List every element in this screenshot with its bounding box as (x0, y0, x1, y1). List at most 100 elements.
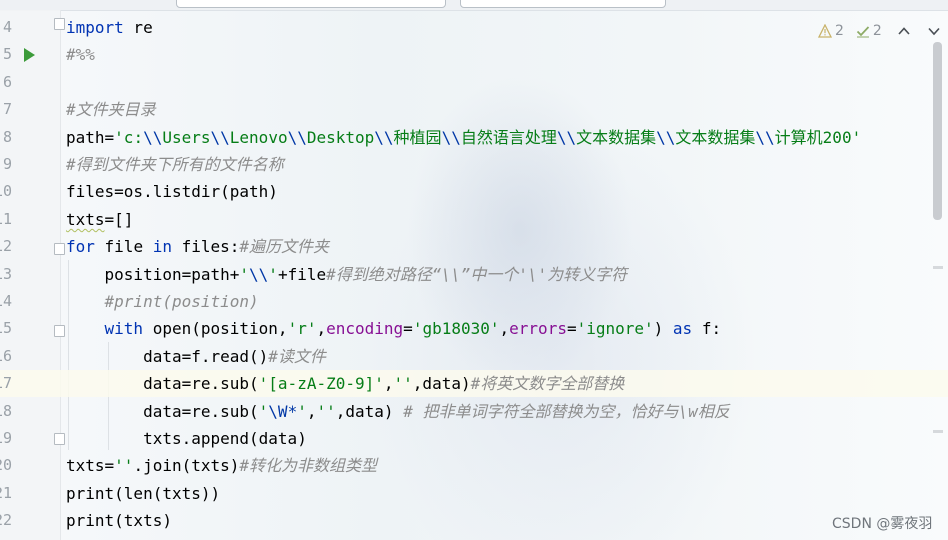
code-token: ) (653, 319, 673, 339)
check-icon (856, 24, 870, 38)
toolbar-combo-left[interactable] (176, 0, 446, 8)
code-token: #得到文件夹下所有的文件名称 (66, 155, 284, 174)
line-number: 22 (0, 511, 12, 530)
code-line[interactable]: 20 txts=''.join(txts)#转化为非数组类型 (0, 452, 948, 479)
run-cell-gutter (0, 41, 60, 68)
code-token: ,data) (335, 401, 404, 421)
fold-marker-icon[interactable] (54, 325, 65, 337)
code-line[interactable]: 9 #得到文件夹下所有的文件名称 (0, 151, 948, 178)
vertical-scrollbar-thumb[interactable] (933, 42, 942, 220)
code-line[interactable]: 8 path='c:\\Users\\Lenovo\\Desktop\\种植园\\… (0, 124, 948, 151)
code-line[interactable]: 17 data=re.sub('[a-zA-Z0-9]','',data)#将英… (0, 370, 948, 398)
code-line[interactable]: 19 txts.append(data) (0, 425, 948, 452)
line-number: 21 (0, 483, 12, 502)
code-token: , (316, 319, 327, 339)
code-token: = (403, 319, 413, 339)
code-token: '' (316, 401, 336, 421)
code-token: \W* (268, 401, 298, 421)
code-token: '' (114, 456, 134, 476)
code-token: path= (66, 127, 115, 147)
warnings-count: 2 (835, 23, 844, 39)
run-toolbar (0, 0, 948, 11)
line-number: 8 (2, 127, 12, 146)
code-text: for file in files:#遍历文件夹 (66, 233, 329, 260)
code-token: +file (277, 264, 327, 284)
code-token: files=os.listdir(path) (66, 182, 278, 202)
chevron-up-icon[interactable] (896, 23, 912, 39)
code-token: \\ (249, 264, 269, 284)
code-token: \\ (143, 127, 163, 147)
code-line[interactable]: 11 txts=[] (0, 206, 948, 233)
watermark: CSDN @雾夜羽 (832, 516, 933, 532)
line-number: 14 (0, 292, 12, 310)
code-line[interactable]: 5 #%% (0, 41, 948, 68)
code-line[interactable]: 12 for file in files:#遍历文件夹 (0, 233, 948, 260)
code-line[interactable]: 6 (0, 69, 948, 96)
code-token: open(position, (143, 319, 288, 339)
code-text: print(txts) (66, 507, 172, 534)
code-token: #文件夹目录 (66, 100, 156, 120)
code-token: file (94, 237, 153, 257)
code-text: import re (66, 14, 153, 41)
chevron-down-icon[interactable] (926, 23, 942, 39)
code-token: #转化为非数组类型 (239, 456, 378, 476)
code-token: ' (239, 264, 250, 284)
line-number: 10 (0, 182, 12, 201)
code-text: data=f.read()#读文件 (66, 343, 326, 370)
warning-triangle-icon (817, 23, 833, 38)
code-text: #得到文件夹下所有的文件名称 (66, 151, 284, 178)
code-line[interactable]: 16 data=f.read()#读文件 (0, 343, 948, 370)
code-text: data=re.sub('[a-zA-Z0-9]','',data)#将英文数字… (66, 370, 624, 397)
code-line[interactable]: 14 #print(position) (0, 288, 948, 315)
line-number: 19 (0, 429, 12, 447)
code-token: \\ (441, 127, 461, 147)
code-text: print(len(txts)) (66, 480, 220, 507)
line-number: 11 (0, 209, 12, 228)
line-number: 4 (2, 18, 12, 36)
fold-marker-icon[interactable] (54, 243, 65, 255)
line-number: 9 (2, 155, 12, 173)
code-token: ' (258, 401, 269, 421)
code-line[interactable]: 13 position=path+'\\'+file#得到绝对路径“\\”中一个… (0, 261, 948, 288)
code-line[interactable]: 15 with open(position,'r',encoding='gb18… (0, 315, 948, 342)
fold-end-icon[interactable] (54, 18, 65, 30)
fold-end-icon[interactable] (54, 433, 65, 445)
code-text: #文件夹目录 (66, 96, 156, 123)
code-token: txts.append(data) (66, 429, 307, 448)
code-text: position=path+'\\'+file#得到绝对路径“\\”中一个'\'… (66, 261, 628, 288)
code-token: #读文件 (268, 346, 326, 366)
code-token: data=f.read() (66, 346, 269, 366)
code-token: '[a-zA-Z0-9]' (258, 374, 384, 394)
line-number: 6 (2, 72, 12, 91)
code-token: f: (692, 319, 722, 339)
code-token: Users (162, 127, 211, 147)
weak-warnings-count: 2 (872, 23, 882, 39)
code-line[interactable]: 10 files=os.listdir(path) (0, 178, 948, 205)
code-token: encoding (326, 319, 404, 339)
line-number: 16 (0, 346, 12, 365)
code-token: data=re.sub( (66, 374, 259, 394)
code-token: # 把非单词字符全部替换为空，恰好与\w相反 (403, 401, 730, 421)
toolbar-combo-right[interactable] (460, 0, 666, 8)
inspection-widget[interactable]: 2 2 (817, 20, 942, 42)
code-line[interactable]: 4 import re (0, 14, 948, 41)
code-token: =[] (104, 209, 134, 229)
code-text: txts=[] (66, 206, 133, 233)
line-number: 18 (0, 401, 12, 420)
code-text: txts=''.join(txts)#转化为非数组类型 (66, 452, 377, 479)
code-token: #将英文数字全部替换 (470, 374, 625, 394)
code-text: txts.append(data) (66, 425, 307, 452)
code-line[interactable]: 7 #文件夹目录 (0, 96, 948, 123)
code-line[interactable]: 18 data=re.sub('\W*','',data) # 把非单词字符全部… (0, 398, 948, 425)
code-token: position=path+ (66, 264, 240, 284)
code-token: print(txts) (66, 511, 172, 531)
code-token: re (123, 18, 153, 37)
code-token: import (66, 18, 124, 37)
code-token: with (104, 319, 144, 339)
code-line[interactable]: 21 print(len(txts)) (0, 480, 948, 507)
run-cell-icon[interactable] (24, 48, 35, 62)
code-line[interactable]: 22 print(txts) (0, 507, 948, 534)
code-token: #得到绝对路径“\\”中一个'\'为转义字符 (326, 264, 628, 284)
code-token: Desktop (306, 127, 375, 147)
